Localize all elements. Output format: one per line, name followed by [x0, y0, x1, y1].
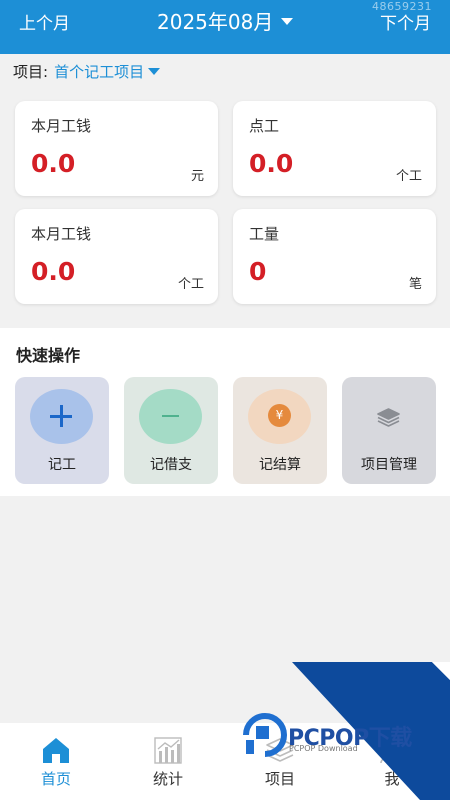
watermark-sub-text: PCPOP Download — [289, 744, 358, 753]
watermark-banner — [292, 662, 450, 800]
pcpop-logo-icon — [243, 713, 287, 757]
